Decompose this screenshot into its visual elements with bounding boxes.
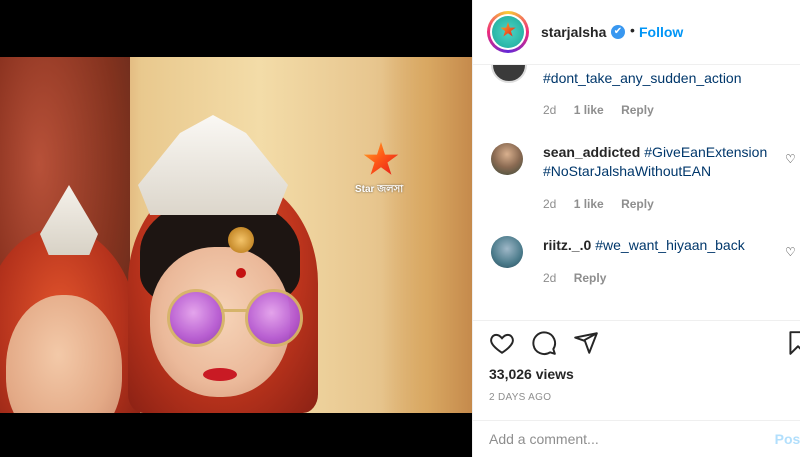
avatar[interactable] <box>487 11 529 53</box>
comment-time: 2d <box>543 103 557 117</box>
channel-logo: Star জলসা <box>355 142 407 202</box>
separator-dot: • <box>630 22 635 38</box>
comment-meta: 2d Reply <box>543 271 620 285</box>
comment-likes[interactable]: 1 like <box>574 197 604 211</box>
reply-button[interactable]: Reply <box>621 197 654 211</box>
post-panel: starjalsha ✔ • Follow #dont_take_any_sud… <box>472 0 800 457</box>
comment-list[interactable]: #dont_take_any_sudden_action 2d 1 like R… <box>473 65 800 321</box>
hashtag-link[interactable]: #dont_take_any_sudden_action <box>543 70 742 86</box>
comment-icon[interactable] <box>531 330 557 356</box>
reply-button[interactable]: Reply <box>574 271 607 285</box>
verified-badge-icon: ✔ <box>611 25 625 39</box>
star-logo-icon <box>492 16 524 48</box>
video-player[interactable]: Star জলসা <box>0 0 472 457</box>
post-actions <box>473 322 800 362</box>
comment-meta: 2d 1 like Reply <box>543 197 668 211</box>
sunglasses-right-lens <box>245 289 303 347</box>
post-button[interactable]: Post <box>775 431 800 447</box>
username-link[interactable]: starjalsha <box>541 24 606 40</box>
comment-text: sean_addicted #GiveEanExtension #NoStarJa… <box>543 143 783 181</box>
like-comment-heart-icon[interactable]: ♡ <box>785 246 797 258</box>
add-comment-bar: Post <box>473 420 800 458</box>
follow-button[interactable]: Follow <box>639 24 683 40</box>
comment-text: #dont_take_any_sudden_action <box>543 69 783 88</box>
avatar[interactable] <box>491 143 523 175</box>
post-header: starjalsha ✔ • Follow <box>473 0 800 65</box>
view-count[interactable]: 33,026 views <box>489 366 574 382</box>
video-frame: Star জলসা <box>0 57 472 413</box>
hashtag-link[interactable]: #we_want_hiyaan_back <box>595 237 744 253</box>
bride-center-crown <box>138 115 288 215</box>
like-comment-heart-icon[interactable]: ♡ <box>785 153 797 165</box>
comment-username[interactable]: riitz._.0 <box>543 237 591 253</box>
maang-tikka <box>228 227 254 253</box>
share-icon[interactable] <box>573 330 599 356</box>
channel-logo-text: Star জলসা <box>355 184 404 195</box>
sunglasses-left-lens <box>167 289 225 347</box>
comment-username[interactable]: sean_addicted <box>543 144 640 160</box>
comment-input[interactable] <box>489 429 739 449</box>
reply-button[interactable]: Reply <box>621 103 654 117</box>
background-curtain-right <box>382 57 472 413</box>
bindi <box>236 268 246 278</box>
comment-time: 2d <box>543 271 557 285</box>
heart-icon[interactable] <box>489 330 515 356</box>
comment-time: 2d <box>543 197 557 211</box>
star-logo-icon <box>363 142 399 175</box>
bookmark-icon[interactable] <box>785 330 800 356</box>
bride-center-lips <box>203 368 237 381</box>
avatar[interactable] <box>491 236 523 268</box>
post-date[interactable]: 2 DAYS AGO <box>489 392 551 403</box>
comment-meta: 2d 1 like Reply <box>543 103 668 117</box>
avatar[interactable] <box>491 65 527 83</box>
sunglasses-bridge <box>221 309 247 312</box>
comment-likes[interactable]: 1 like <box>574 103 604 117</box>
comment-text: riitz._.0 #we_want_hiyaan_back <box>543 236 783 255</box>
